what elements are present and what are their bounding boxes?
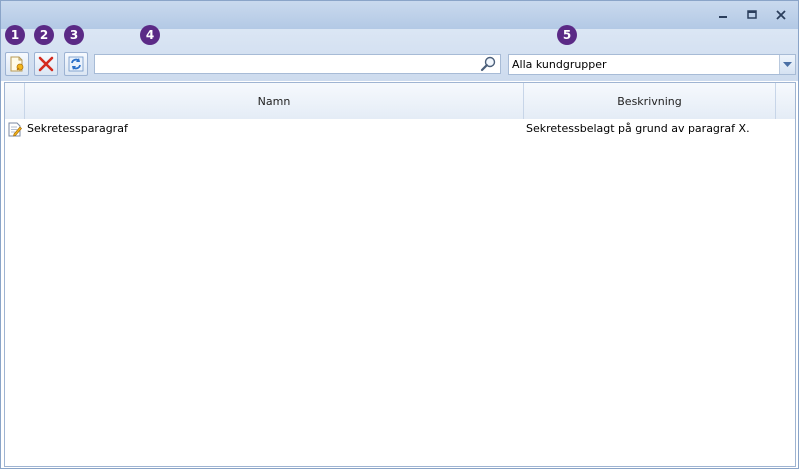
- search-box: [94, 54, 501, 74]
- table-row[interactable]: Sekretessparagraf Sekretessbelagt på gru…: [5, 119, 795, 137]
- delete-x-icon: [38, 56, 54, 72]
- search-input[interactable]: [95, 55, 475, 73]
- callout-2: 2: [34, 25, 54, 45]
- search-icon: [480, 56, 496, 72]
- callout-3: 3: [64, 25, 84, 45]
- callout-5: 5: [557, 25, 577, 45]
- new-button[interactable]: [5, 52, 29, 76]
- maximize-icon: [747, 10, 757, 19]
- row-indicator-header: [5, 83, 25, 119]
- close-button[interactable]: [771, 7, 791, 23]
- header-filler: [776, 83, 795, 119]
- app-window: 1 2 3 4 5 6: [0, 0, 799, 469]
- row-edit-button[interactable]: [7, 121, 23, 137]
- search-button[interactable]: [480, 56, 498, 72]
- minimize-button[interactable]: [713, 7, 733, 23]
- chevron-down-icon: [783, 61, 792, 67]
- refresh-button[interactable]: [64, 52, 88, 76]
- customer-group-value: Alla kundgrupper: [512, 58, 607, 71]
- records-grid: Namn Beskrivning Sekretessparagraf Sekre…: [4, 82, 796, 467]
- column-header-description[interactable]: Beskrivning: [524, 83, 776, 119]
- dropdown-button[interactable]: [779, 55, 795, 74]
- cell-name: Sekretessparagraf: [27, 122, 128, 135]
- callout-4: 4: [140, 25, 160, 45]
- callout-1: 1: [5, 25, 25, 45]
- column-header-name[interactable]: Namn: [25, 83, 524, 119]
- new-document-icon: [10, 56, 24, 72]
- delete-button[interactable]: [34, 52, 58, 76]
- title-bar: [1, 1, 798, 29]
- edit-document-icon: [8, 122, 22, 137]
- refresh-icon: [68, 56, 84, 72]
- close-icon: [776, 10, 786, 20]
- customer-group-select[interactable]: Alla kundgrupper: [508, 54, 796, 75]
- maximize-button[interactable]: [742, 7, 762, 23]
- minimize-icon: [719, 16, 727, 18]
- cell-description: Sekretessbelagt på grund av paragraf X.: [526, 122, 750, 135]
